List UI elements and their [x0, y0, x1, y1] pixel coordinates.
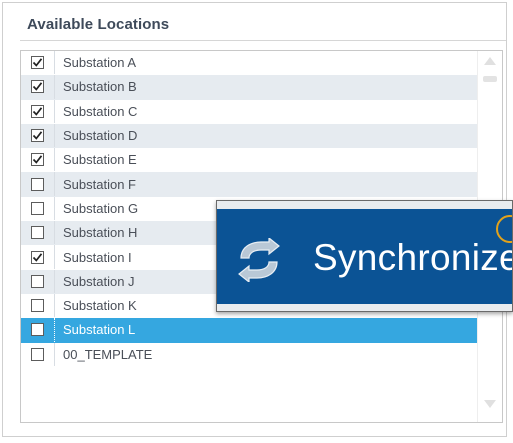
location-label: 00_TEMPLATE [63, 346, 153, 362]
location-label: Substation K [63, 298, 137, 314]
location-checkbox[interactable] [31, 323, 44, 337]
checkmark-icon [32, 58, 43, 67]
location-checkbox[interactable] [31, 80, 44, 94]
location-label: Substation G [63, 200, 139, 216]
location-checkbox[interactable] [31, 104, 44, 118]
location-label: Substation B [63, 79, 137, 95]
list-item[interactable]: Substation F [21, 172, 480, 197]
synchronize-button[interactable]: Synchronize [216, 200, 513, 312]
checkbox-cell [21, 196, 55, 221]
location-checkbox[interactable] [31, 274, 44, 288]
location-checkbox[interactable] [31, 177, 44, 191]
panel-title: Available Locations [27, 16, 170, 33]
checkbox-cell [21, 99, 55, 123]
location-label: Substation E [63, 152, 137, 168]
location-label: Substation L [63, 322, 136, 338]
synchronize-label: Synchronize [313, 237, 513, 278]
location-checkbox[interactable] [31, 201, 44, 215]
checkbox-cell [21, 318, 55, 342]
checkbox-cell [21, 148, 55, 172]
checkbox-cell [21, 172, 55, 196]
checkbox-cell [21, 51, 55, 75]
location-checkbox[interactable] [31, 226, 44, 240]
list-item[interactable]: Substation C [21, 99, 480, 124]
list-item[interactable]: 00_TEMPLATE [21, 342, 480, 367]
checkmark-icon [32, 131, 43, 140]
checkbox-cell [21, 245, 55, 269]
list-item[interactable]: Substation D [21, 123, 480, 149]
location-label: Substation A [63, 55, 136, 71]
list-item[interactable]: Substation E [21, 148, 480, 172]
scroll-down-icon[interactable] [484, 400, 496, 408]
button-top-edge [217, 201, 512, 209]
location-checkbox[interactable] [31, 250, 44, 264]
location-label: Substation D [63, 128, 138, 144]
checkbox-cell [21, 293, 55, 318]
button-bottom-edge [217, 304, 512, 311]
checkbox-cell [21, 342, 55, 366]
location-checkbox[interactable] [31, 56, 44, 70]
sync-arrows-icon [238, 238, 280, 282]
list-item[interactable]: Substation A [21, 51, 480, 75]
checkmark-icon [32, 82, 43, 92]
location-label: Substation J [63, 273, 135, 289]
checkmark-icon [32, 155, 43, 165]
location-checkbox[interactable] [31, 299, 44, 313]
location-checkbox[interactable] [31, 153, 44, 167]
location-label: Substation H [63, 225, 138, 241]
location-label: Substation F [63, 176, 136, 192]
checkbox-cell [21, 123, 55, 148]
location-checkbox[interactable] [31, 129, 44, 143]
checkmark-icon [32, 252, 43, 262]
title-divider [20, 40, 506, 41]
location-label: Substation I [63, 249, 132, 265]
location-checkbox[interactable] [31, 347, 44, 361]
location-label: Substation C [63, 103, 138, 119]
scroll-up-icon[interactable] [484, 57, 496, 65]
checkmark-icon [32, 107, 43, 116]
list-item[interactable]: Substation B [21, 75, 480, 100]
checkbox-cell [21, 269, 55, 293]
checkbox-cell [21, 75, 55, 99]
checkbox-cell [21, 221, 55, 245]
list-item[interactable]: Substation L [21, 318, 480, 343]
scroll-thumb[interactable] [483, 76, 497, 82]
